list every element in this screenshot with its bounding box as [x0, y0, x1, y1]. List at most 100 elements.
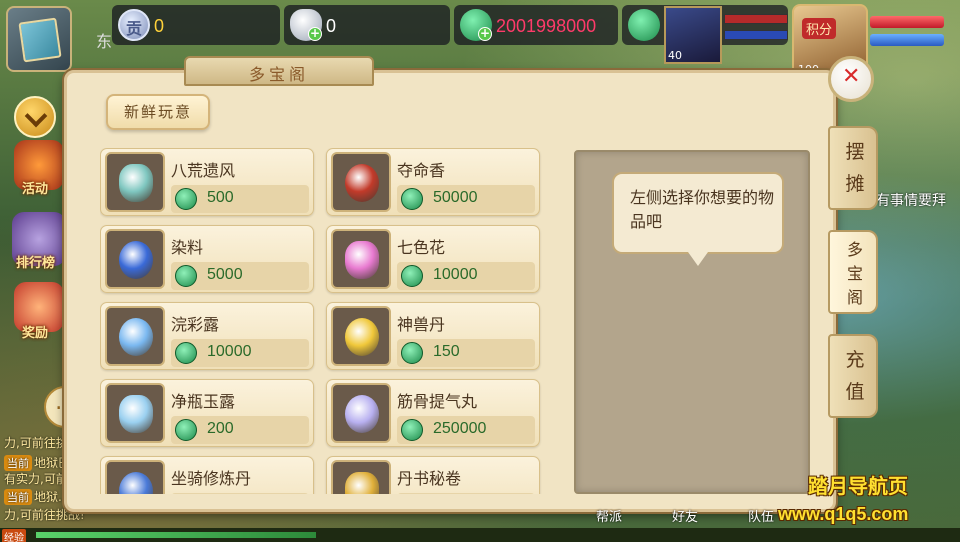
item-icon-frame — [105, 383, 165, 443]
pet-mp-bar — [724, 30, 788, 40]
contribution-value: 0 — [154, 16, 165, 36]
tab-stall[interactable]: 摆摊 — [828, 126, 878, 210]
shop-item[interactable]: 夺命香 50000 — [326, 148, 540, 216]
item-price: 10000 — [207, 343, 252, 360]
item-icon-frame — [105, 306, 165, 366]
dye-icon — [119, 241, 153, 279]
silver-value: 0 — [326, 16, 337, 36]
bound-jade-icon — [628, 9, 660, 41]
team-button[interactable]: 队伍 — [748, 506, 774, 528]
contribution-icon — [118, 9, 150, 41]
item-name: 浣彩露 — [171, 315, 220, 334]
item-price-bar: 200 — [171, 416, 309, 444]
item-icon-frame — [105, 460, 165, 494]
item-price: 200 — [207, 420, 234, 437]
item-price-bar: 150 — [397, 339, 535, 367]
jade-coin-icon — [401, 419, 423, 441]
shop-item[interactable]: 浣彩露 10000 — [100, 302, 314, 370]
item-name: 丹书秘卷 — [397, 469, 462, 488]
item-price: 50000 — [433, 189, 478, 206]
item-icon-frame — [105, 152, 165, 212]
item-icon-frame — [331, 460, 391, 494]
rank-label: 排行榜 — [16, 256, 56, 271]
jade-coin-icon — [401, 188, 423, 210]
incense-icon — [345, 164, 379, 202]
chat-line: 当前 地狱... — [4, 488, 69, 505]
xp-fill — [36, 532, 316, 538]
item-price-bar: 10000 — [171, 339, 309, 367]
jade-coin-icon — [401, 342, 423, 364]
vase-icon — [119, 164, 153, 202]
tab-new-items[interactable]: 新鲜玩意 — [106, 94, 210, 130]
shop-item[interactable]: 坐骑修炼丹 — [100, 456, 314, 494]
item-price-bar: 250000 — [397, 416, 535, 444]
friends-button[interactable]: 好友 — [672, 506, 698, 528]
shop-item[interactable]: 神兽丹 150 — [326, 302, 540, 370]
silver-resource[interactable]: + 0 — [284, 5, 450, 45]
map-icon — [18, 17, 62, 63]
item-price: 10000 — [433, 266, 478, 283]
map-button[interactable] — [6, 6, 72, 72]
pet-hp-bar — [724, 14, 788, 24]
item-price: 500 — [207, 189, 234, 206]
location-text: 东 — [96, 32, 113, 51]
jade-value: 2001998000 — [496, 16, 597, 36]
add-jade-icon[interactable]: + — [478, 27, 492, 41]
item-icon-frame — [331, 306, 391, 366]
shop-item[interactable]: 染料 5000 — [100, 225, 314, 293]
dialog-title-tab: 多宝阁 — [184, 56, 374, 86]
item-icon-frame — [331, 383, 391, 443]
item-price-bar — [397, 493, 535, 494]
shop-item[interactable]: 七色花 10000 — [326, 225, 540, 293]
tab-stall-label: 摆摊 — [845, 141, 865, 195]
watermark-url: www.q1q5.com — [778, 504, 909, 524]
player-hp-bar — [870, 16, 944, 28]
item-name: 八荒遗风 — [171, 161, 236, 180]
bottle-icon — [119, 395, 153, 433]
pet-portrait[interactable]: 40 — [664, 6, 722, 64]
treasure-shop-dialog: 多宝阁 新鲜玩意 八荒遗风 500 夺命香 50000 染料 5000 七色花 10000 浣彩… — [64, 56, 836, 512]
npc-dialog-text: 有事情要拜 — [876, 193, 946, 209]
shop-item[interactable]: 筋骨提气丸 250000 — [326, 379, 540, 447]
xp-bar: 经验 — [0, 528, 960, 542]
item-price: 250000 — [433, 420, 487, 437]
item-price: 150 — [433, 343, 460, 360]
tab-recharge-label: 充值 — [845, 349, 865, 403]
tab-treasure-shop[interactable]: 多宝阁 — [828, 230, 878, 314]
guild-button[interactable]: 帮派 — [596, 506, 622, 528]
contribution-resource[interactable]: 0 — [112, 5, 280, 45]
item-icon-frame — [105, 229, 165, 289]
add-silver-icon[interactable]: + — [308, 27, 322, 41]
jade-resource[interactable]: + 2001998000 — [454, 5, 618, 45]
jade-coin-icon — [401, 265, 423, 287]
jade-coin-icon — [175, 265, 197, 287]
item-price-bar: 5000 — [171, 262, 309, 290]
item-name: 夺命香 — [397, 161, 446, 180]
collapse-menu-button[interactable] — [14, 96, 56, 138]
jade-coin-icon — [175, 188, 197, 210]
item-price-bar: 10000 — [397, 262, 535, 290]
reward-label: 奖励 — [22, 326, 49, 341]
item-list[interactable]: 八荒遗风 500 夺命香 50000 染料 5000 七色花 10000 浣彩露 10000 神兽丹… — [100, 148, 556, 494]
watermark-title: 踏月导航页 — [808, 474, 908, 498]
item-icon-frame — [331, 229, 391, 289]
item-name: 神兽丹 — [397, 315, 446, 334]
close-button[interactable] — [828, 56, 874, 102]
shop-item[interactable]: 净瓶玉露 200 — [100, 379, 314, 447]
mount-pill-icon — [119, 472, 153, 494]
shop-item[interactable]: 八荒遗风 500 — [100, 148, 314, 216]
orb-icon — [345, 395, 379, 433]
pill-icon — [345, 318, 379, 356]
top-bar: 东 0 + 0 + 2001998000 0 40 积分 100 — [0, 0, 960, 80]
jade-coin-icon — [175, 419, 197, 441]
item-detail-panel: 左侧选择你想要的物品吧 — [574, 150, 810, 494]
tab-recharge[interactable]: 充值 — [828, 334, 878, 418]
xp-label: 经验 — [2, 529, 26, 542]
jade-coin-icon — [175, 342, 197, 364]
player-mp-bar — [870, 34, 944, 46]
hint-bubble: 左侧选择你想要的物品吧 — [612, 172, 784, 266]
shop-item[interactable]: 丹书秘卷 — [326, 456, 540, 494]
pet-level: 40 — [668, 49, 682, 62]
item-name: 坐骑修炼丹 — [171, 469, 252, 488]
item-price-bar: 50000 — [397, 185, 535, 213]
